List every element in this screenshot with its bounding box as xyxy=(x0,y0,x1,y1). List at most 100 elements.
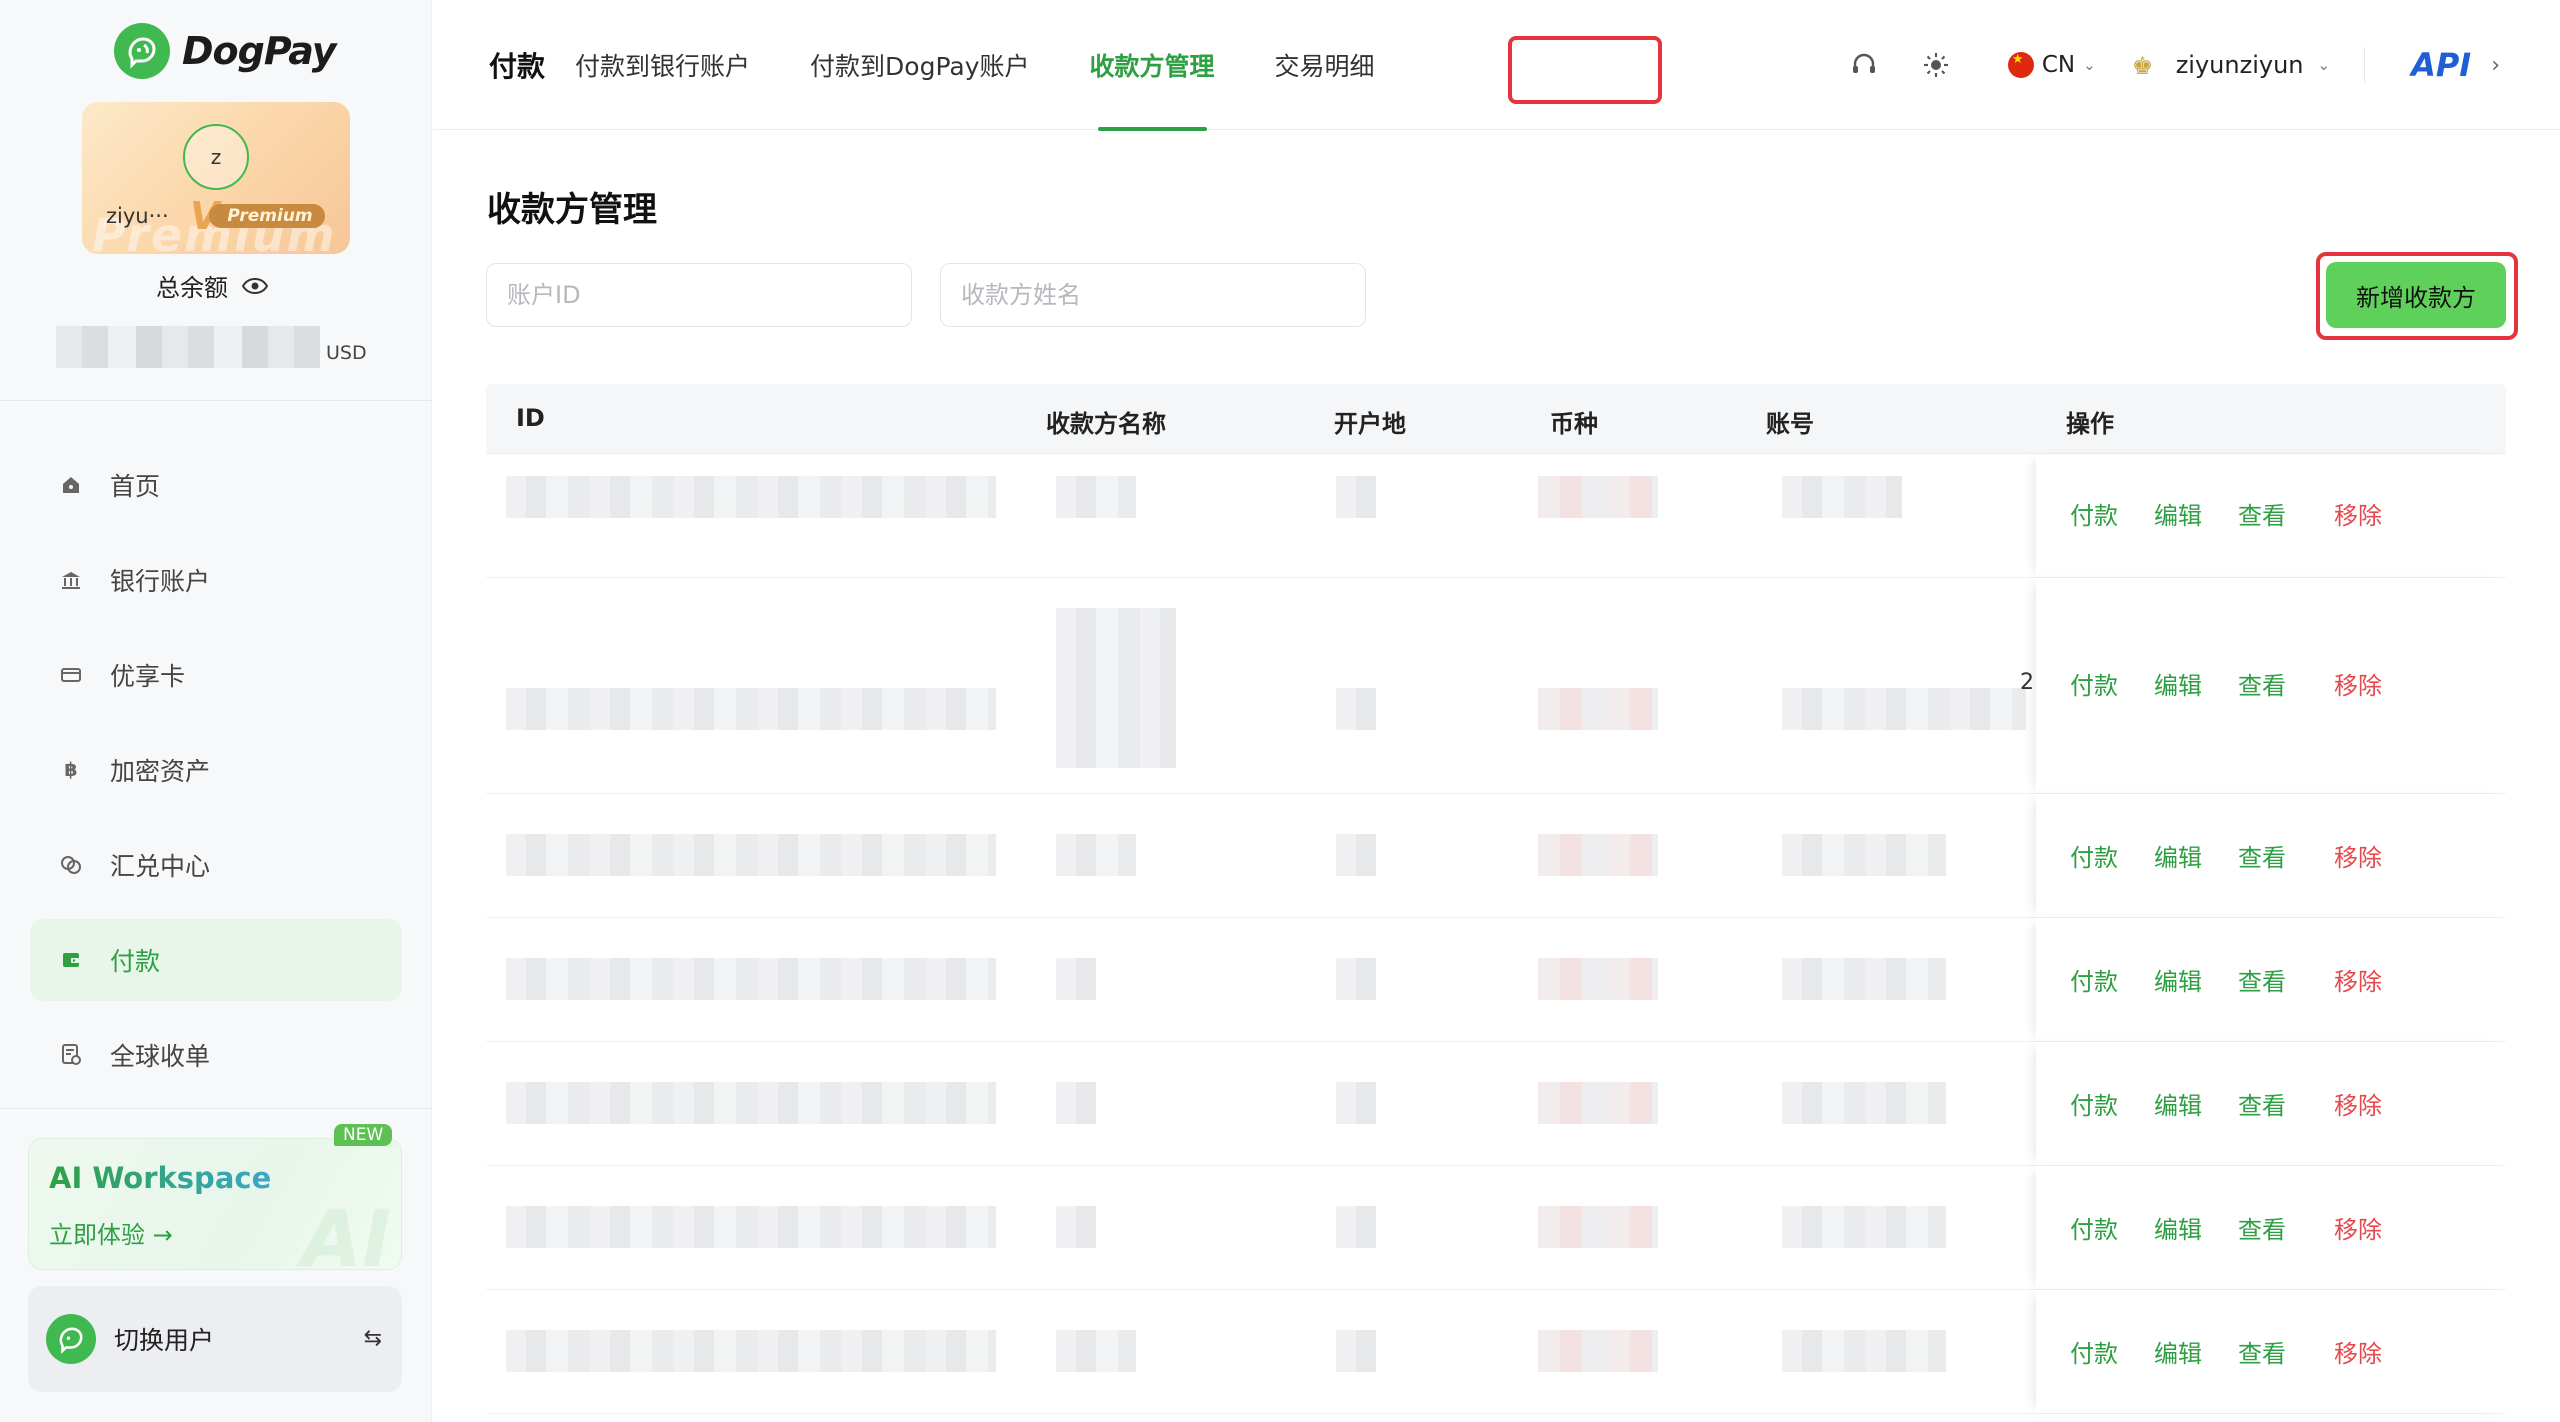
exchange-icon xyxy=(58,852,84,878)
pay-action[interactable]: 付款 xyxy=(2070,666,2118,701)
pay-action[interactable]: 付款 xyxy=(2070,1210,2118,1245)
api-link[interactable]: API › xyxy=(2411,46,2500,84)
user-profile-card[interactable]: Premium z ziyu··· V Premium xyxy=(82,102,350,254)
user-menu[interactable]: ♚ ziyunziyun ⌄ xyxy=(2131,51,2331,80)
sidebar-item-crypto[interactable]: ฿ 加密资产 xyxy=(30,729,402,811)
row-actions: 付款 编辑 查看 移除 xyxy=(2070,496,2382,531)
column-header-bank-location: 开户地 xyxy=(1334,410,1406,438)
view-action[interactable]: 查看 xyxy=(2238,666,2286,701)
add-payee-button[interactable]: 新增收款方 xyxy=(2326,262,2506,328)
redacted-account xyxy=(1782,958,1946,1000)
sidebar-item-global-acquiring[interactable]: 全球收单 xyxy=(30,1014,402,1096)
remove-action[interactable]: 移除 xyxy=(2334,1086,2382,1121)
tab-pay-to-dogpay[interactable]: 付款到DogPay账户 xyxy=(810,0,1029,130)
edit-action[interactable]: 编辑 xyxy=(2154,838,2202,873)
dogpay-logo-icon xyxy=(46,1314,96,1364)
payee-name-filter-input[interactable] xyxy=(940,263,1366,327)
sidebar-item-home[interactable]: 首页 xyxy=(30,444,402,526)
view-action[interactable]: 查看 xyxy=(2238,962,2286,997)
tab-transaction-details[interactable]: 交易明细 xyxy=(1275,0,1375,130)
redacted-payee-name xyxy=(1056,476,1136,518)
redacted-currency xyxy=(1538,476,1658,518)
crown-icon: ♚ xyxy=(2131,52,2154,80)
view-action[interactable]: 查看 xyxy=(2238,838,2286,873)
theme-sun-icon[interactable] xyxy=(1920,49,1952,81)
column-header-currency: 币种 xyxy=(1550,410,1598,438)
sidebar: DogPay Premium z ziyu··· V Premium 总余额 U… xyxy=(0,0,432,1422)
chevron-down-icon: ⌄ xyxy=(2083,56,2096,74)
tab-pay-to-bank[interactable]: 付款到银行账户 xyxy=(575,0,750,130)
remove-action[interactable]: 移除 xyxy=(2334,1210,2382,1245)
api-label: API xyxy=(2411,46,2472,84)
actions-cell: 付款 编辑 查看 移除 xyxy=(2036,1042,2506,1165)
redacted-id xyxy=(506,688,996,730)
brand-logo[interactable]: DogPay xyxy=(114,20,337,82)
table-body: 付款 编辑 查看 移除 2· 付款 编辑 查看 移除 付款 编辑 查看 移除 付… xyxy=(486,454,2506,1414)
actions-cell: 付款 编辑 查看 移除 xyxy=(2036,454,2506,577)
top-username: ziyunziyun xyxy=(2175,51,2304,79)
pay-action[interactable]: 付款 xyxy=(2070,962,2118,997)
table-row: 2· 付款 编辑 查看 移除 xyxy=(486,578,2506,794)
remove-action[interactable]: 移除 xyxy=(2334,496,2382,531)
card-username: ziyu··· xyxy=(106,204,169,228)
edit-action[interactable]: 编辑 xyxy=(2154,1210,2202,1245)
redacted-id xyxy=(506,958,996,1000)
column-header-payee-name: 收款方名称 xyxy=(1046,410,1166,438)
redacted-location xyxy=(1336,1330,1376,1372)
remove-action[interactable]: 移除 xyxy=(2334,666,2382,701)
pay-action[interactable]: 付款 xyxy=(2070,1086,2118,1121)
sidebar-item-label: 银行账户 xyxy=(110,567,211,596)
pay-action[interactable]: 付款 xyxy=(2070,838,2118,873)
redacted-payee-name xyxy=(1056,1330,1136,1372)
pay-action[interactable]: 付款 xyxy=(2070,1334,2118,1369)
headset-icon[interactable] xyxy=(1848,49,1880,81)
ai-workspace-card[interactable]: AI Workspace 立即体验 → AI xyxy=(28,1138,402,1270)
chevron-right-icon: › xyxy=(2491,52,2500,78)
view-action[interactable]: 查看 xyxy=(2238,1334,2286,1369)
edit-action[interactable]: 编辑 xyxy=(2154,496,2202,531)
switch-user-button[interactable]: 切换用户 ⇆ xyxy=(28,1286,402,1392)
pay-action[interactable]: 付款 xyxy=(2070,496,2118,531)
home-icon xyxy=(58,472,84,498)
tab-payee-management[interactable]: 收款方管理 xyxy=(1090,0,1215,131)
row-actions: 付款 编辑 查看 移除 xyxy=(2070,1210,2382,1245)
edit-action[interactable]: 编辑 xyxy=(2154,666,2202,701)
sidebar-item-exchange[interactable]: 汇兑中心 xyxy=(30,824,402,906)
view-action[interactable]: 查看 xyxy=(2238,1086,2286,1121)
view-action[interactable]: 查看 xyxy=(2238,496,2286,531)
actions-cell: 付款 编辑 查看 移除 xyxy=(2036,578,2506,793)
column-header-account-number: 账号 xyxy=(1766,410,1814,438)
account-id-filter-input[interactable] xyxy=(486,263,912,327)
eye-icon[interactable] xyxy=(242,277,268,294)
table-header: ID 收款方名称 开户地 币种 账号 操作 xyxy=(486,384,2506,454)
app-window: DogPay Premium z ziyu··· V Premium 总余额 U… xyxy=(0,0,2560,1422)
remove-action[interactable]: 移除 xyxy=(2334,838,2382,873)
table-row: 付款 编辑 查看 移除 xyxy=(486,1290,2506,1414)
edit-action[interactable]: 编辑 xyxy=(2154,1334,2202,1369)
remove-action[interactable]: 移除 xyxy=(2334,962,2382,997)
bank-icon xyxy=(58,567,84,593)
payment-tabs: 付款 付款到银行账户 付款到DogPay账户 收款方管理 交易明细 xyxy=(489,0,1435,131)
sidebar-item-cards[interactable]: 优享卡 xyxy=(30,634,402,716)
redacted-account xyxy=(1782,476,1902,518)
chevron-down-icon: ⌄ xyxy=(2317,56,2331,74)
redacted-currency xyxy=(1538,1330,1658,1372)
sidebar-divider xyxy=(0,1108,432,1109)
remove-action[interactable]: 移除 xyxy=(2334,1334,2382,1369)
edit-action[interactable]: 编辑 xyxy=(2154,1086,2202,1121)
sidebar-item-bank-accounts[interactable]: 银行账户 xyxy=(30,539,402,621)
dogpay-logo-icon xyxy=(114,23,170,79)
ai-workspace-cta[interactable]: 立即体验 → xyxy=(49,1215,173,1250)
ai-watermark: AI xyxy=(301,1195,391,1270)
redacted-payee-name xyxy=(1056,608,1176,768)
table-row: 付款 编辑 查看 移除 xyxy=(486,918,2506,1042)
sidebar-item-payment[interactable]: 付款 xyxy=(30,919,402,1001)
bitcoin-icon: ฿ xyxy=(64,759,78,781)
view-action[interactable]: 查看 xyxy=(2238,1210,2286,1245)
edit-action[interactable]: 编辑 xyxy=(2154,962,2202,997)
language-code: CN xyxy=(2041,52,2076,78)
language-selector[interactable]: CN ⌄ xyxy=(2007,52,2096,78)
table-row: 付款 编辑 查看 移除 xyxy=(486,794,2506,918)
balance-currency: USD xyxy=(326,342,367,364)
sidebar-nav: 首页 银行账户 优享卡 ฿ 加密资产 汇兑中心 付款 全球收单 xyxy=(30,444,402,1109)
